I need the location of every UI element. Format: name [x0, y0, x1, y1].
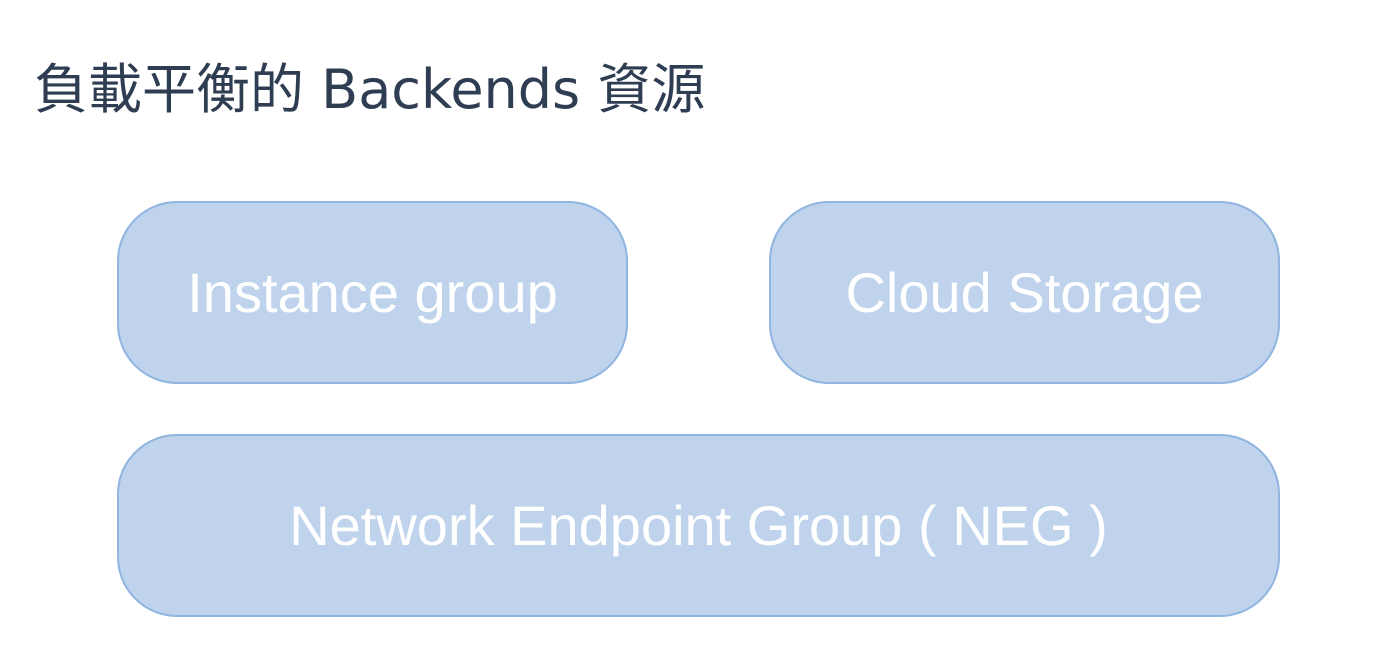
page-title: 負載平衡的 Backends 資源: [34, 58, 706, 121]
cloud-storage-label: Cloud Storage: [845, 261, 1204, 324]
instance-group-label: Instance group: [187, 261, 558, 324]
cloud-storage-box: Cloud Storage: [769, 201, 1280, 384]
instance-group-box: Instance group: [117, 201, 628, 384]
neg-box: Network Endpoint Group ( NEG ): [117, 434, 1280, 617]
neg-label: Network Endpoint Group ( NEG ): [289, 494, 1108, 557]
